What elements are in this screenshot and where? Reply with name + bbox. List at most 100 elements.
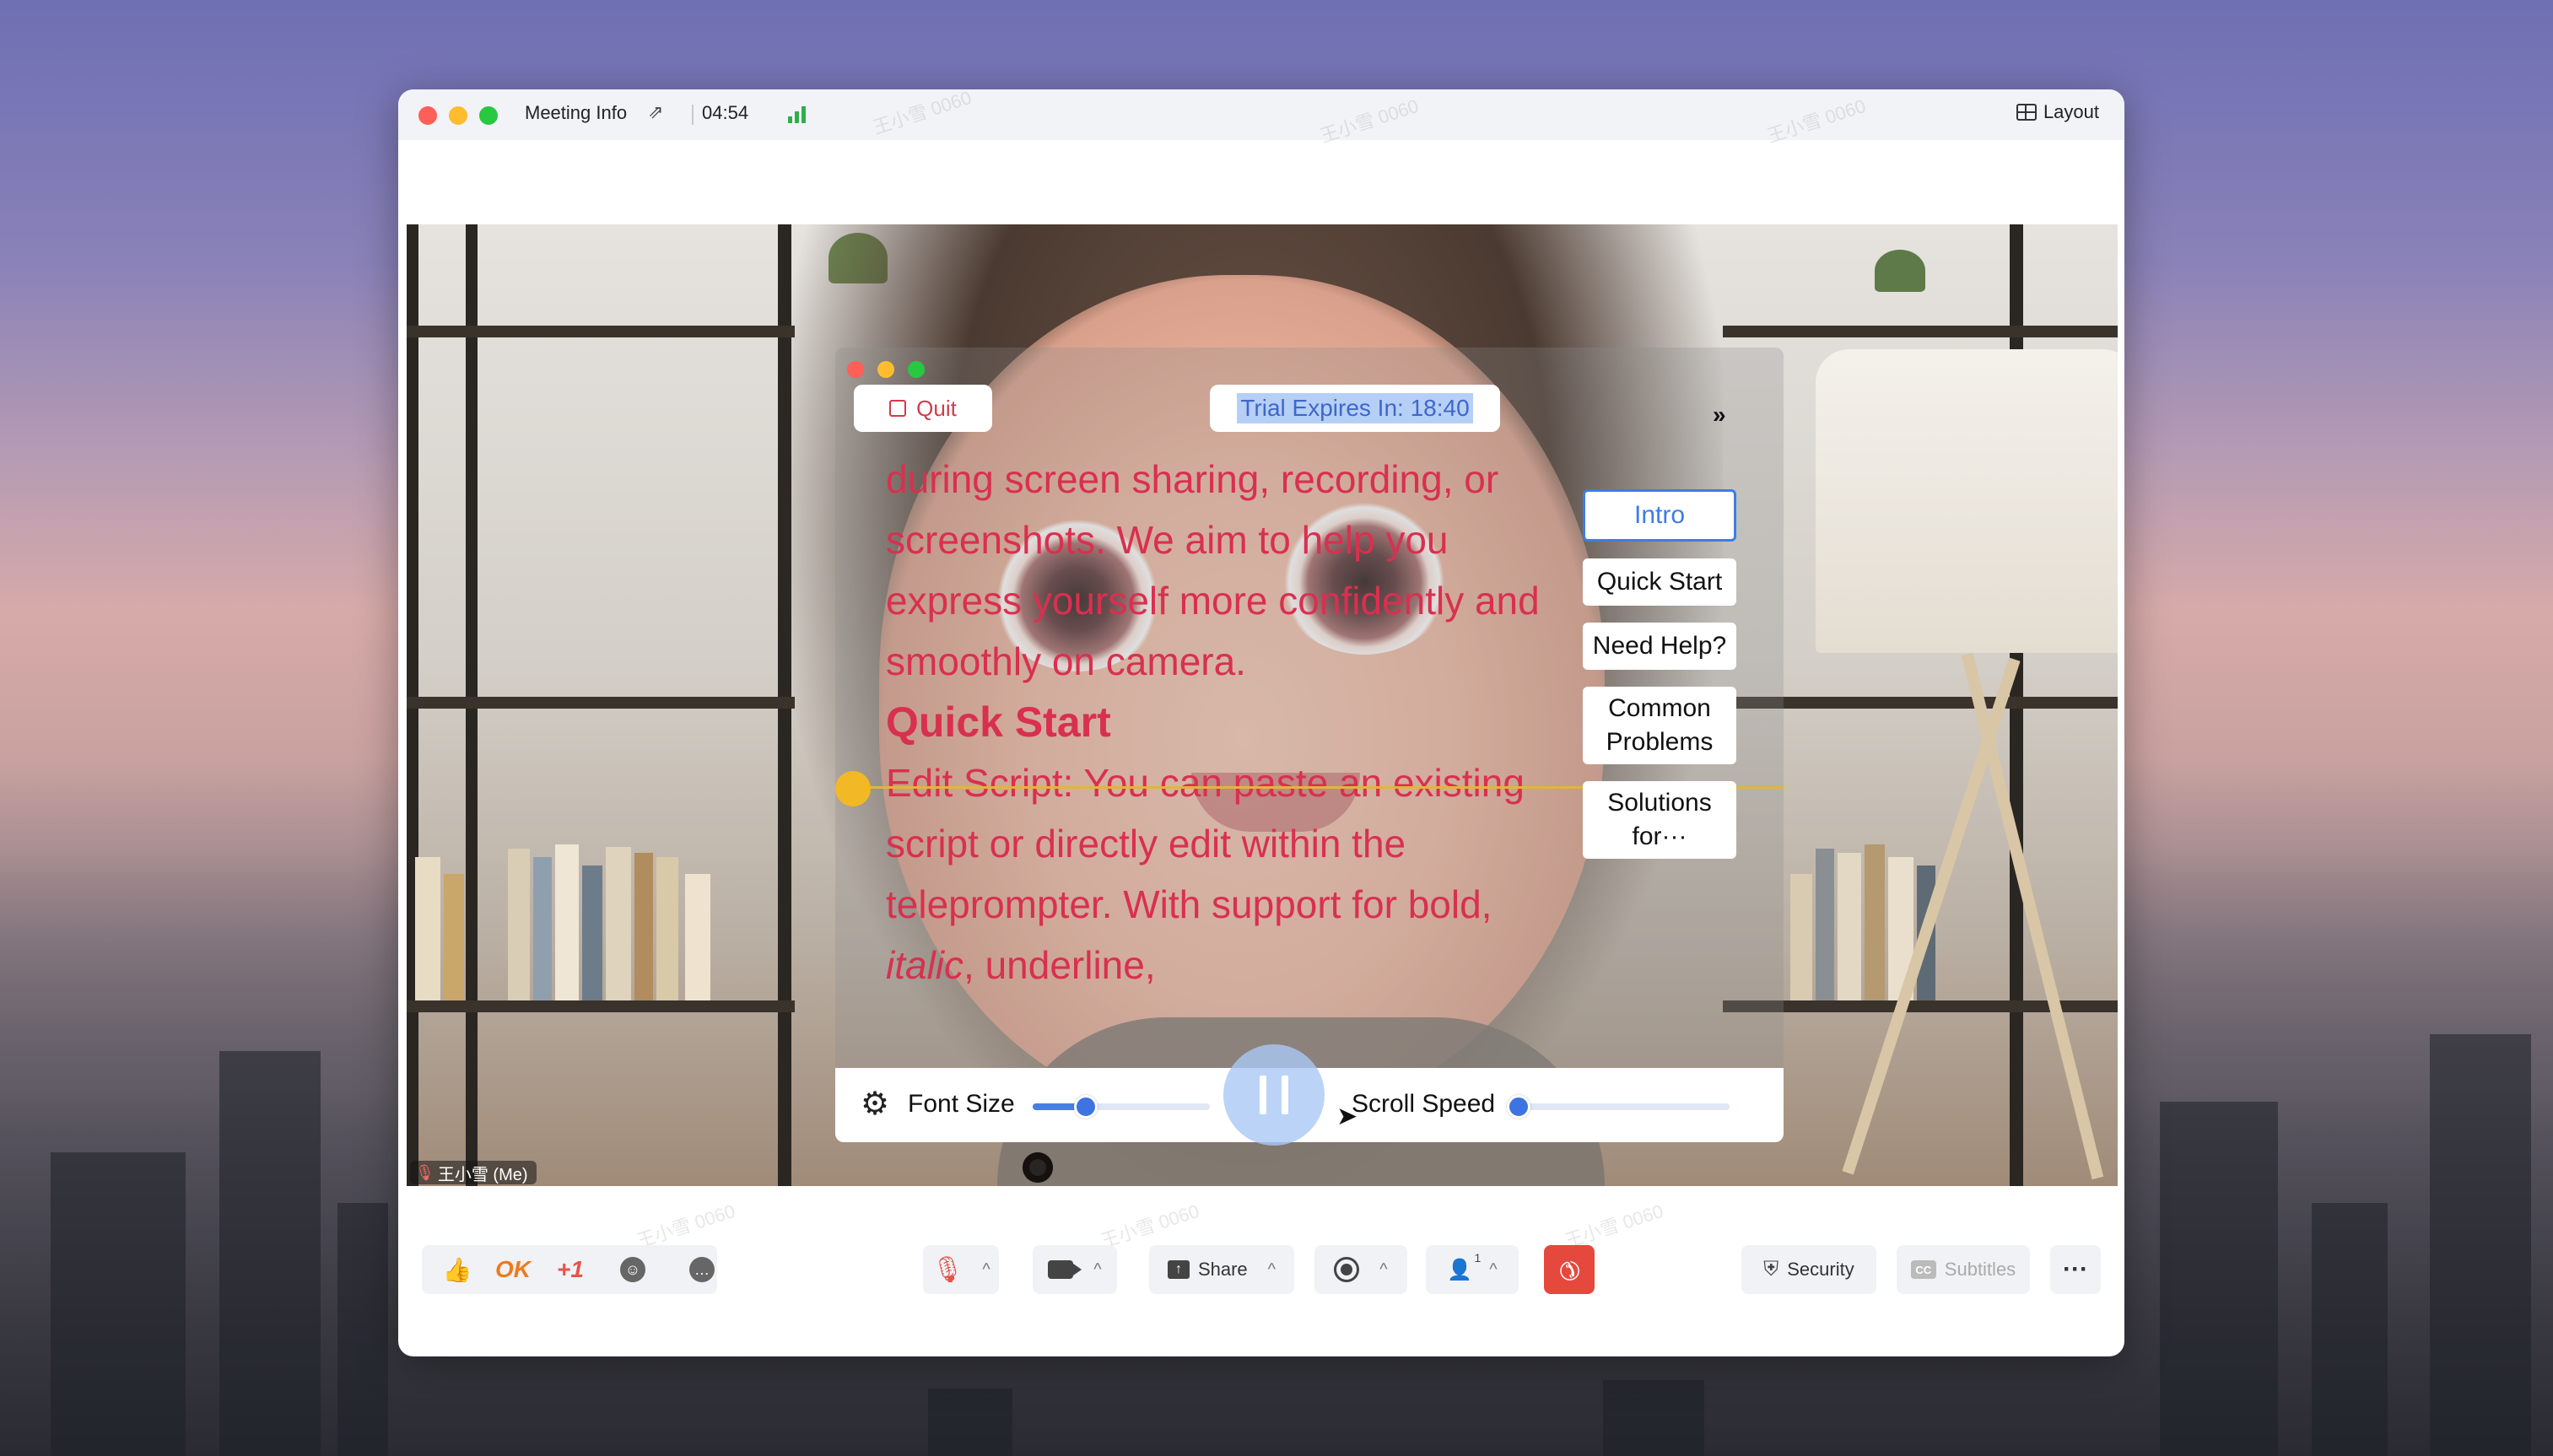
lamp-shade — [1816, 349, 2118, 653]
chevron-up-icon[interactable]: ^ — [1379, 1260, 1387, 1280]
teleprompter-minimize-button[interactable] — [877, 361, 894, 378]
minimize-window-button[interactable] — [449, 106, 467, 125]
security-label: Security — [1787, 1259, 1854, 1280]
record-control[interactable]: ^ — [1314, 1245, 1407, 1294]
network-signal-icon[interactable] — [788, 106, 806, 123]
scroll-speed-slider[interactable] — [1507, 1095, 1730, 1119]
shelf-board — [407, 1000, 795, 1012]
book — [533, 857, 552, 1000]
nav-item-common-problems[interactable]: Common Problems — [1583, 687, 1736, 764]
share-link-icon[interactable]: ⇗ — [648, 101, 663, 123]
nav-item-need-help[interactable]: Need Help? — [1583, 623, 1736, 670]
quit-button[interactable]: Quit — [854, 385, 992, 432]
shelf-board — [407, 697, 795, 709]
font-size-slider[interactable] — [1033, 1095, 1210, 1119]
participant-name-tag: 🎙 王小雪 (Me) — [410, 1161, 537, 1184]
collapse-nav-icon[interactable]: » — [1713, 402, 1726, 429]
chevron-up-icon[interactable]: ^ — [1093, 1260, 1101, 1280]
closed-captions-icon: CC — [1910, 1260, 1936, 1279]
shield-icon: ⛨ — [1763, 1258, 1779, 1281]
city-building — [219, 1051, 321, 1456]
pause-button[interactable] — [1223, 1044, 1325, 1146]
teleprompter-script[interactable]: during screen sharing, recording, or scr… — [886, 449, 1544, 997]
script-paragraph: during screen sharing, recording, or scr… — [886, 457, 1540, 683]
script-paragraph: Edit Script: You can paste an existing s… — [886, 752, 1544, 995]
chat-button[interactable]: … — [678, 1245, 726, 1294]
city-building — [2430, 1034, 2531, 1456]
book — [685, 874, 710, 1000]
meeting-toolbar: 王小雪 0060 王小雪 0060 王小雪 0060 👍 OK +1 ☺ … 🎙… — [398, 1200, 2124, 1313]
city-building — [2160, 1102, 2278, 1456]
book — [1865, 844, 1885, 1000]
chevron-up-icon[interactable]: ^ — [1268, 1260, 1276, 1280]
book — [656, 857, 678, 1000]
book — [1816, 849, 1834, 1000]
city-building — [1603, 1380, 1704, 1456]
chevron-up-icon[interactable]: ^ — [982, 1260, 990, 1280]
end-call-button[interactable]: ✆ — [1544, 1245, 1595, 1294]
meeting-info-button[interactable]: Meeting Info — [525, 102, 627, 124]
pause-bar-icon — [1260, 1076, 1266, 1114]
trial-expiry-badge: Trial Expires In: 18:40 — [1210, 385, 1500, 432]
city-building — [51, 1152, 186, 1456]
chat-bubble-icon: … — [689, 1257, 715, 1282]
close-window-button[interactable] — [418, 106, 437, 125]
shelf-board — [407, 326, 795, 337]
cabinet-knob — [1023, 1152, 1053, 1183]
book — [1838, 853, 1861, 1000]
nav-item-quick-start[interactable]: Quick Start — [1583, 558, 1736, 606]
book — [1790, 874, 1812, 1000]
book — [444, 874, 464, 1000]
mute-control[interactable]: 🎙 ^ — [923, 1245, 999, 1294]
font-size-slider-handle[interactable] — [1074, 1095, 1098, 1119]
plant-decor — [1875, 250, 1925, 292]
teleprompter-maximize-button[interactable] — [908, 361, 925, 378]
chevron-up-icon[interactable]: ^ — [1489, 1260, 1497, 1280]
participants-count: 1 — [1474, 1250, 1482, 1265]
maximize-window-button[interactable] — [479, 106, 498, 125]
shelf-board — [1723, 326, 2118, 337]
city-building — [928, 1389, 1012, 1456]
teleprompter-controls: ⚙ Font Size Scroll Speed — [835, 1044, 1784, 1146]
book — [606, 847, 631, 1000]
thumbs-up-reaction-button[interactable]: 👍 — [434, 1245, 481, 1294]
more-options-button[interactable]: ··· — [2050, 1245, 2101, 1294]
exit-icon — [889, 400, 907, 417]
layout-button[interactable]: Layout — [2016, 101, 2099, 123]
phone-hangup-icon: ✆ — [1552, 1252, 1587, 1287]
add-participant-icon: 👤 1 — [1447, 1250, 1482, 1281]
subtitles-button[interactable]: CC Subtitles — [1897, 1245, 2030, 1294]
reading-guide-handle[interactable] — [835, 771, 871, 806]
font-size-label: Font Size — [908, 1090, 1015, 1118]
emoji-button[interactable]: ☺ — [609, 1245, 656, 1294]
quit-label: Quit — [916, 395, 957, 421]
plus-one-reaction-button[interactable]: +1 — [547, 1245, 594, 1294]
book — [582, 866, 602, 1000]
script-outline-nav: Intro Quick Start Need Help? Common Prob… — [1583, 489, 1736, 876]
book — [555, 844, 579, 1000]
pause-bar-icon — [1282, 1076, 1288, 1114]
nav-item-solutions[interactable]: Solutions for··· — [1583, 781, 1736, 859]
video-control[interactable]: ^ — [1033, 1245, 1117, 1294]
gear-icon[interactable]: ⚙ — [861, 1088, 889, 1120]
subtitles-label: Subtitles — [1944, 1259, 2016, 1280]
layout-label: Layout — [2043, 101, 2099, 122]
share-label: Share — [1197, 1259, 1248, 1280]
record-icon — [1334, 1257, 1360, 1282]
security-button[interactable]: ⛨ Security — [1741, 1245, 1876, 1294]
meeting-timer: 04:54 — [702, 102, 749, 123]
mic-muted-icon: 🎙 — [415, 1163, 434, 1181]
mic-muted-icon: 🎙 — [931, 1255, 964, 1284]
camera-icon — [1048, 1260, 1082, 1279]
script-italic-text: italic — [886, 943, 964, 987]
layout-grid-icon — [2016, 104, 2037, 121]
trial-expiry-text: Trial Expires In: 18:40 — [1237, 393, 1473, 423]
participant-name: 王小雪 (Me) — [437, 1165, 528, 1184]
scroll-speed-slider-handle[interactable] — [1507, 1095, 1530, 1119]
share-control[interactable]: ↑ Share ^ — [1149, 1245, 1294, 1294]
teleprompter-panel: Quit Trial Expires In: 18:40 » during sc… — [835, 348, 1784, 1146]
nav-item-intro[interactable]: Intro — [1583, 489, 1736, 542]
participants-control[interactable]: 👤 1 ^ — [1426, 1245, 1519, 1294]
ok-reaction-button[interactable]: OK — [489, 1245, 537, 1294]
teleprompter-close-button[interactable] — [847, 361, 864, 378]
